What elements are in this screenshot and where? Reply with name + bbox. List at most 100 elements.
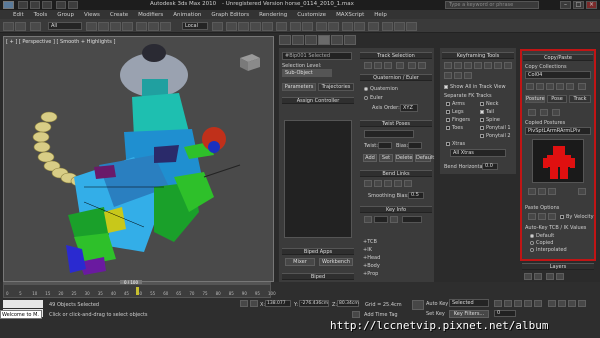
key-row-ik[interactable]: +IK (363, 247, 372, 253)
select-object-icon[interactable] (86, 22, 97, 31)
set-key-label[interactable]: Set Key (426, 311, 445, 317)
menu-rendering[interactable]: Rendering (254, 12, 292, 18)
smoothing-bias-field[interactable]: 0.5 (408, 192, 424, 199)
snap-icon[interactable] (226, 22, 237, 31)
twist-field[interactable] (378, 142, 392, 149)
app-logo-icon[interactable] (3, 1, 14, 9)
radio-euler[interactable]: Euler (364, 95, 383, 101)
track-selection-header[interactable]: Track Selection (360, 52, 432, 59)
no-snapshot-icon[interactable] (548, 188, 556, 195)
key-number-field[interactable] (374, 216, 388, 223)
menu-tools[interactable]: Tools (29, 12, 53, 18)
utilities-tab-icon[interactable] (344, 35, 356, 45)
maximize-button[interactable]: □ (573, 1, 584, 9)
spinner-snap-icon[interactable] (262, 22, 273, 31)
twist-default-button[interactable]: Default (415, 154, 434, 162)
menu-edit[interactable]: Edit (8, 12, 29, 18)
fk-ponytail2-checkbox[interactable]: Ponytail 2 (480, 133, 511, 139)
named-selection-icon[interactable] (276, 22, 287, 31)
tab-parameters[interactable]: Parameters (282, 83, 316, 91)
clear-selected-icon[interactable] (484, 62, 492, 69)
copy-paste-header[interactable]: Copy/Paste (523, 54, 593, 61)
timeline-key-marker[interactable] (136, 287, 139, 295)
time-tag-icon[interactable] (352, 311, 360, 318)
radio-copied[interactable]: Copied (530, 240, 553, 246)
symmetrical-icon[interactable] (408, 62, 416, 69)
controller-list[interactable] (284, 120, 352, 238)
move-icon[interactable] (136, 22, 147, 31)
clear-all-icon[interactable] (454, 72, 462, 79)
bend-horizontal-field[interactable]: 0.0 (482, 163, 498, 170)
key-row-body[interactable]: +Body (363, 263, 380, 269)
show-all-checkbox[interactable]: Show All in Track View (444, 84, 506, 90)
redo-tool-icon[interactable] (15, 22, 26, 31)
region-select-icon[interactable] (110, 22, 121, 31)
fk-arms-checkbox[interactable]: Arms (446, 101, 465, 107)
fk-ponytail1-checkbox[interactable]: Ponytail 1 (480, 125, 511, 131)
menu-help[interactable]: Help (369, 12, 392, 18)
collection-dropdown[interactable]: Col04 (525, 71, 591, 79)
zoom-icon[interactable] (548, 300, 556, 307)
axis-order-dropdown[interactable]: XYZ (400, 104, 418, 112)
auto-snapshot-icon[interactable] (538, 188, 546, 195)
twist-links-mode-icon[interactable] (374, 180, 382, 187)
prev-frame-icon[interactable] (504, 300, 512, 307)
twist-pose-dropdown[interactable] (364, 130, 414, 138)
key-row-head[interactable]: +Head (363, 255, 380, 261)
by-velocity-checkbox[interactable]: By Velocity (560, 214, 594, 220)
key-time-field[interactable] (402, 216, 422, 223)
orbit-icon[interactable] (568, 300, 576, 307)
ref-coord-dropdown[interactable]: Local (182, 22, 208, 30)
biped-header[interactable]: Biped (282, 273, 354, 280)
fk-spine-checkbox[interactable]: Spine (480, 117, 500, 123)
set-sliding-key-icon[interactable] (464, 62, 472, 69)
lock-selection-icon[interactable] (240, 300, 248, 307)
angle-snap-icon[interactable] (238, 22, 249, 31)
next-key-icon[interactable] (390, 216, 398, 223)
menu-customize[interactable]: Customize (292, 12, 331, 18)
layers-header[interactable]: Layers (522, 263, 594, 270)
rotate-icon[interactable] (148, 22, 159, 31)
paste-vertical-icon[interactable] (538, 213, 546, 220)
save-file-icon[interactable] (42, 1, 52, 9)
key-row-prop[interactable]: +Prop (363, 271, 378, 277)
paste-rotation-icon[interactable] (548, 213, 556, 220)
collapse-icon[interactable] (464, 72, 472, 79)
twist-set-button[interactable]: Set (379, 154, 393, 162)
render-frame-icon[interactable] (394, 22, 405, 31)
tab-track[interactable]: Track (569, 95, 591, 103)
ik-blend-icon[interactable] (444, 72, 452, 79)
paste-posture-icon[interactable] (540, 109, 548, 116)
fk-legs-checkbox[interactable]: Legs (446, 109, 464, 115)
motion-tab-icon[interactable] (318, 35, 330, 45)
viewport-label[interactable]: [ + ] [ Perspective ] [ Smooth + Highlig… (6, 39, 115, 45)
layer-next-icon[interactable] (556, 273, 564, 280)
key-filters-button[interactable]: Key Filters... (449, 310, 489, 318)
menu-animation[interactable]: Animation (168, 12, 206, 18)
mirror-keys-icon[interactable] (494, 62, 502, 69)
viewcube-icon[interactable] (238, 52, 262, 72)
tab-posture[interactable]: Posture (525, 95, 545, 103)
absolute-mode-icon[interactable] (250, 300, 258, 307)
scale-icon[interactable] (160, 22, 171, 31)
maximize-viewport-icon[interactable] (578, 300, 586, 307)
hierarchy-tab-icon[interactable] (305, 35, 317, 45)
link-icon[interactable] (30, 22, 41, 31)
next-frame-icon[interactable] (524, 300, 532, 307)
radio-default[interactable]: Default (530, 233, 554, 239)
graphite-icon[interactable] (328, 22, 339, 31)
mini-listener[interactable] (3, 300, 43, 308)
max-load-icon[interactable] (578, 83, 586, 90)
set-key-icon[interactable] (444, 62, 452, 69)
bias-field[interactable] (408, 142, 422, 149)
delete-all-collections-icon[interactable] (566, 83, 574, 90)
viewport-divider[interactable] (274, 36, 278, 282)
display-tab-icon[interactable] (331, 35, 343, 45)
auto-key-mode-dropdown[interactable]: Selected (449, 299, 489, 307)
redo-icon[interactable] (68, 1, 78, 9)
lock-cob-icon[interactable] (396, 62, 404, 69)
bend-links-mode-icon[interactable] (364, 180, 372, 187)
menu-graph-editors[interactable]: Graph Editors (206, 12, 254, 18)
goto-end-icon[interactable] (534, 300, 542, 307)
copy-posture-icon[interactable] (528, 109, 536, 116)
